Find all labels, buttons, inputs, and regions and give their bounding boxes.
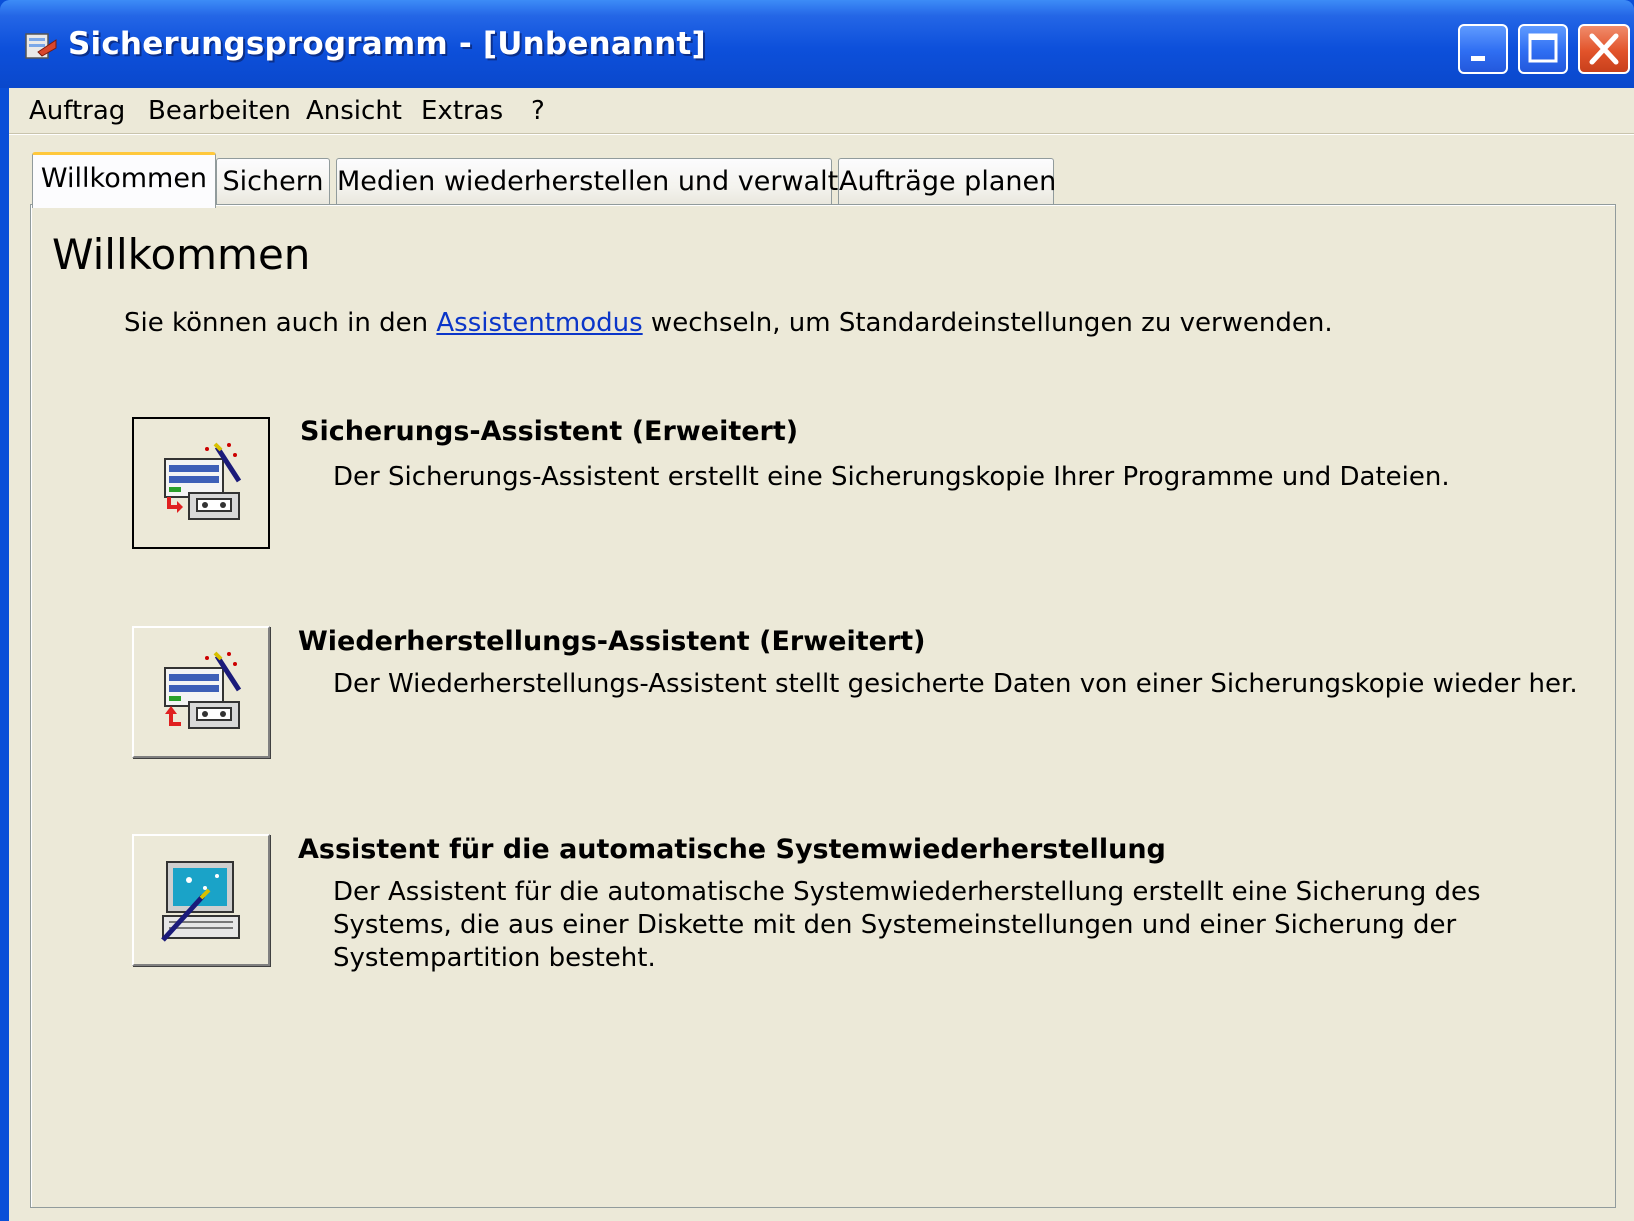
backup-wizard-button[interactable]: [132, 417, 270, 549]
menu-ansicht[interactable]: Ansicht: [302, 92, 406, 130]
menu-help[interactable]: ?: [527, 92, 549, 130]
maximize-button[interactable]: [1518, 24, 1568, 74]
menu-extras[interactable]: Extras: [417, 92, 507, 130]
intro-text: Sie können auch in den Assistentmodus we…: [124, 308, 1333, 338]
assistentmodus-link[interactable]: Assistentmodus: [436, 308, 642, 338]
backup-app-icon: [25, 33, 57, 59]
backup-wizard-title: Sicherungs-Assistent (Erweitert): [300, 416, 799, 447]
minimize-button[interactable]: [1458, 24, 1508, 74]
restore-wizard-icon: [164, 651, 242, 729]
asr-wizard-button[interactable]: [132, 834, 270, 966]
title-bar[interactable]: Sicherungsprogramm - [Unbenannt]: [0, 0, 1634, 88]
intro-text-after: wechseln, um Standardeinstellungen zu ve…: [642, 308, 1333, 338]
restore-wizard-description: Der Wiederherstellungs-Assistent stellt …: [333, 669, 1578, 699]
page-title: Willkommen: [52, 230, 311, 279]
restore-wizard-title: Wiederherstellungs-Assistent (Erweitert): [298, 626, 926, 657]
backup-wizard-icon: [164, 442, 242, 520]
backup-wizard-description: Der Sicherungs-Assistent erstellt eine S…: [333, 462, 1450, 492]
maximize-icon: [1528, 33, 1558, 63]
asr-wizard-icon: [161, 861, 240, 942]
minimize-icon: [1471, 56, 1485, 61]
window-frame-left: [0, 88, 9, 1221]
asr-wizard-title: Assistent für die automatische Systemwie…: [298, 834, 1166, 865]
intro-text-before: Sie können auch in den: [124, 308, 437, 338]
menu-bar: Auftrag Bearbeiten Ansicht Extras ?: [9, 88, 1634, 134]
asr-wizard-description: Der Assistent für die automatische Syste…: [333, 877, 1481, 973]
tab-willkommen[interactable]: Willkommen: [32, 152, 216, 208]
restore-wizard-button[interactable]: [132, 626, 270, 758]
tab-sichern[interactable]: Sichern: [216, 158, 330, 206]
tab-medien-wiederherstellen[interactable]: Medien wiederherstellen und verwalten: [336, 158, 872, 206]
close-button[interactable]: [1578, 24, 1630, 74]
tab-auftraege-planen[interactable]: Aufträge planen: [838, 158, 1056, 206]
window-title: Sicherungsprogramm - [Unbenannt]: [68, 26, 706, 62]
menu-bearbeiten[interactable]: Bearbeiten: [144, 92, 295, 130]
menu-auftrag[interactable]: Auftrag: [25, 92, 129, 130]
application-window: Sicherungsprogramm - [Unbenannt] Auftrag…: [0, 0, 1634, 1221]
close-icon: [1589, 33, 1619, 65]
